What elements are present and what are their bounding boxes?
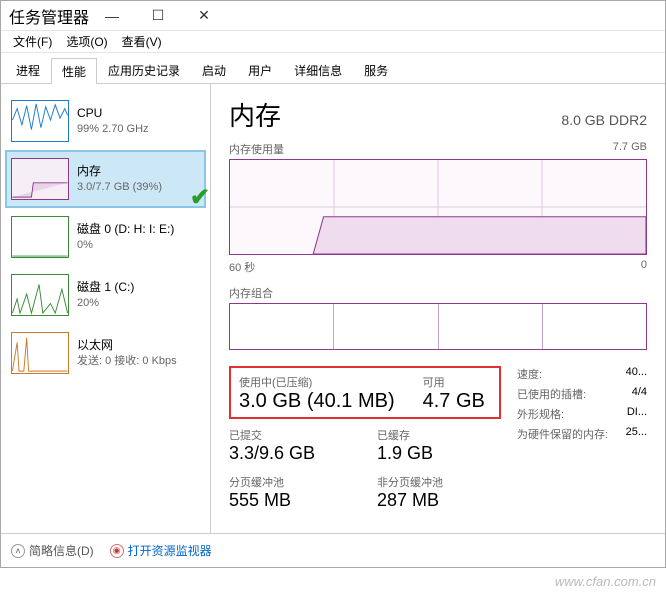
titlebar: 任务管理器 — ☐ ✕ — [1, 1, 665, 31]
menu-file[interactable]: 文件(F) — [7, 31, 58, 52]
usage-max: 7.7 GB — [613, 141, 647, 157]
in-use-value: 3.0 GB (40.1 MB) — [239, 390, 395, 413]
cpu-thumbnail — [11, 100, 69, 142]
tab-users[interactable]: 用户 — [237, 57, 283, 83]
ethernet-thumbnail — [11, 332, 69, 374]
ethernet-sub: 发送: 0 接收: 0 Kbps — [77, 354, 200, 369]
memory-thumbnail — [11, 158, 69, 200]
nonpaged-value: 287 MB — [377, 490, 443, 511]
reserved-label: 为硬件保留的内存: — [517, 426, 608, 442]
watermark: www.cfan.com.cn — [555, 574, 656, 589]
tab-services[interactable]: 服务 — [353, 57, 399, 83]
minimize-button[interactable]: — — [89, 1, 135, 31]
memory-sub: 3.0/7.7 GB (39%) — [77, 180, 200, 195]
sidebar-item-memory[interactable]: 内存 3.0/7.7 GB (39%) ✔ — [5, 150, 206, 208]
reserved-value: 25... — [626, 426, 647, 442]
cpu-title: CPU — [77, 105, 200, 122]
disk1-title: 磁盘 1 (C:) — [77, 279, 200, 296]
tab-processes[interactable]: 进程 — [5, 57, 51, 83]
memory-composition-chart[interactable] — [229, 303, 647, 350]
committed-label: 已提交 — [229, 427, 349, 443]
fewer-details-label: 简略信息(D) — [29, 542, 94, 559]
tab-details[interactable]: 详细信息 — [283, 57, 353, 83]
checkmark-icon: ✔ — [190, 183, 210, 212]
main-panel: 内存 8.0 GB DDR2 内存使用量 7.7 GB 60 秒 0 — [211, 84, 665, 533]
sidebar-item-cpu[interactable]: CPU 99% 2.70 GHz — [5, 92, 206, 150]
paged-label: 分页缓冲池 — [229, 474, 349, 490]
close-button[interactable]: ✕ — [181, 1, 227, 31]
paged-value: 555 MB — [229, 490, 349, 511]
sidebar-item-disk1[interactable]: 磁盘 1 (C:) 20% — [5, 266, 206, 324]
committed-value: 3.3/9.6 GB — [229, 443, 349, 464]
disk1-sub: 20% — [77, 296, 200, 311]
sidebar-item-disk0[interactable]: 磁盘 0 (D: H: I: E:) 0% — [5, 208, 206, 266]
window-title: 任务管理器 — [9, 4, 89, 28]
tabs: 进程 性能 应用历史记录 启动 用户 详细信息 服务 — [1, 53, 665, 84]
cached-label: 已缓存 — [377, 427, 433, 443]
highlighted-stats: 使用中(已压缩) 3.0 GB (40.1 MB) 可用 4.7 GB — [229, 366, 501, 419]
slots-label: 已使用的插槽: — [517, 386, 586, 402]
disk1-thumbnail — [11, 274, 69, 316]
disk0-thumbnail — [11, 216, 69, 258]
disk0-title: 磁盘 0 (D: H: I: E:) — [77, 221, 200, 238]
form-label: 外形规格: — [517, 406, 564, 422]
resmon-label: 打开资源监视器 — [128, 542, 212, 559]
footer: ˄ 简略信息(D) ◉ 打开资源监视器 — [1, 533, 665, 567]
usage-label: 内存使用量 — [229, 141, 284, 157]
menu-options[interactable]: 选项(O) — [60, 31, 113, 52]
menubar: 文件(F) 选项(O) 查看(V) — [1, 31, 665, 53]
in-use-label: 使用中(已压缩) — [239, 374, 395, 390]
ethernet-title: 以太网 — [77, 337, 200, 354]
memory-info-table: 速度: 40... 已使用的插槽: 4/4 外形规格: DI... 为硬件保留的内存:… — [517, 366, 647, 521]
slots-value: 4/4 — [632, 386, 647, 402]
tab-startup[interactable]: 启动 — [191, 57, 237, 83]
memory-usage-chart[interactable] — [229, 159, 647, 255]
available-value: 4.7 GB — [423, 390, 485, 413]
cpu-sub: 99% 2.70 GHz — [77, 122, 200, 137]
speed-value: 40... — [626, 366, 647, 382]
sidebar: CPU 99% 2.70 GHz 内存 3.0/7.7 GB (39%) ✔ — [1, 84, 211, 533]
composition-label: 内存组合 — [229, 285, 647, 301]
resmon-icon: ◉ — [110, 544, 124, 558]
axis-left: 60 秒 — [229, 259, 255, 275]
memory-title: 内存 — [77, 163, 200, 180]
fewer-details-button[interactable]: ˄ 简略信息(D) — [11, 542, 94, 559]
speed-label: 速度: — [517, 366, 542, 382]
tab-performance[interactable]: 性能 — [51, 58, 97, 84]
disk0-sub: 0% — [77, 238, 200, 253]
menu-view[interactable]: 查看(V) — [116, 31, 168, 52]
available-label: 可用 — [423, 374, 485, 390]
sidebar-item-ethernet[interactable]: 以太网 发送: 0 接收: 0 Kbps — [5, 324, 206, 382]
form-value: DI... — [627, 406, 647, 422]
main-title: 内存 — [229, 96, 281, 133]
main-subtitle: 8.0 GB DDR2 — [561, 112, 647, 128]
axis-right: 0 — [641, 259, 647, 275]
chevron-up-icon: ˄ — [11, 544, 25, 558]
nonpaged-label: 非分页缓冲池 — [377, 474, 443, 490]
tab-app-history[interactable]: 应用历史记录 — [97, 57, 191, 83]
maximize-button[interactable]: ☐ — [135, 1, 181, 31]
open-resmon-button[interactable]: ◉ 打开资源监视器 — [110, 542, 212, 559]
cached-value: 1.9 GB — [377, 443, 433, 464]
